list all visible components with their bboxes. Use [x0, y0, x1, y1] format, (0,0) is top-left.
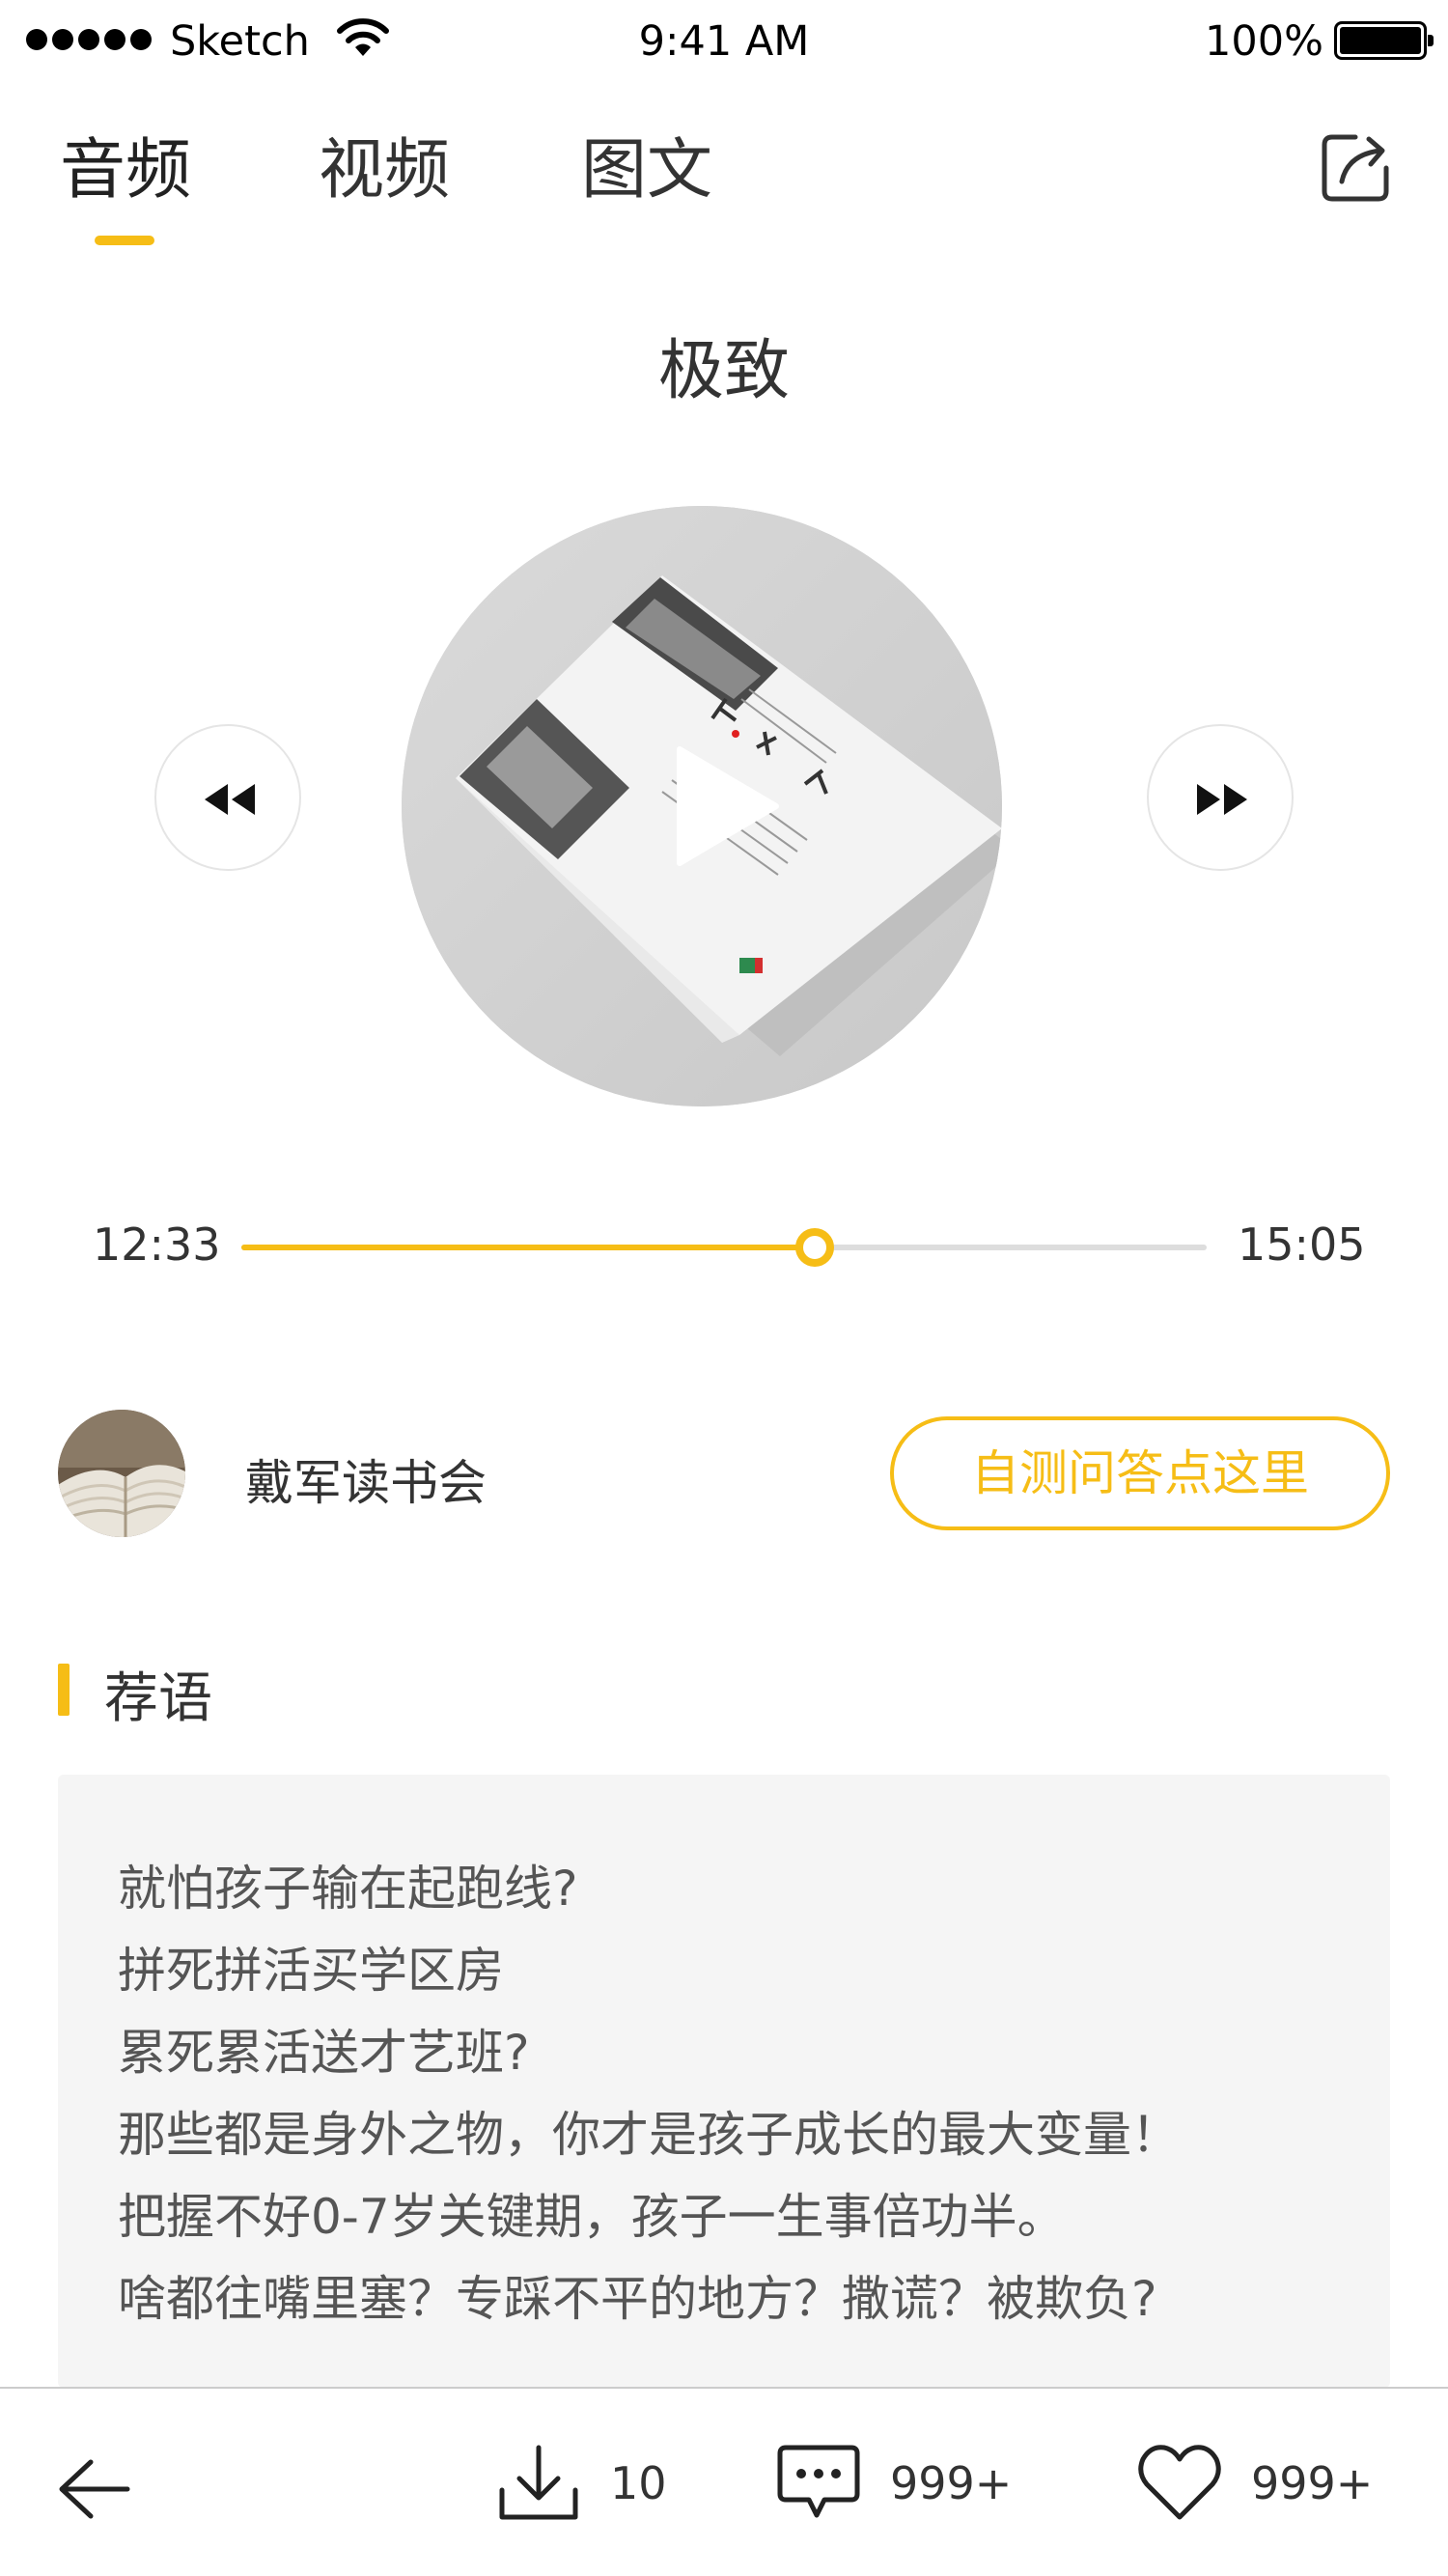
rewind-icon — [205, 784, 255, 815]
like-count: 999+ — [1251, 2457, 1374, 2509]
heart-icon — [1138, 2445, 1221, 2520]
recommendation-panel: 就怕孩子输在起跑线? 拼死拼活买学区房 累死累活送才艺班? 那些都是身外之物，你… — [58, 1775, 1390, 2388]
avatar-image — [58, 1410, 185, 1537]
rewind-button[interactable] — [154, 724, 301, 871]
author-name[interactable]: 戴军读书会 — [245, 1444, 487, 1514]
status-bar: Sketch 9:41 AM 100% — [0, 0, 1448, 82]
tab-video[interactable]: 视频 — [319, 116, 450, 212]
tab-bar: 音频 视频 图文 — [0, 116, 1448, 251]
play-icon[interactable] — [676, 743, 782, 869]
comment-icon — [777, 2445, 860, 2518]
recommendation-line: 拼死拼活买学区房 — [118, 1943, 504, 1999]
total-time: 15:05 — [1238, 1218, 1366, 1271]
share-icon[interactable] — [1319, 129, 1394, 205]
recommendation-line: 累死累活送才艺班? — [118, 2025, 530, 2081]
like-button[interactable]: 999+ — [1135, 2435, 1373, 2532]
tab-audio[interactable]: 音频 — [60, 116, 191, 212]
section-title: 荐语 — [104, 1667, 212, 1730]
download-icon — [499, 2445, 578, 2520]
avatar[interactable] — [58, 1410, 185, 1537]
battery-icon — [1334, 21, 1434, 60]
fast-forward-button[interactable] — [1147, 724, 1294, 871]
progress-thumb[interactable] — [795, 1228, 834, 1267]
tab-indicator — [95, 236, 154, 245]
recommendation-line: 啥都往嘴里塞？专踩不平的地方？撒谎？被欺负? — [118, 2271, 1157, 2327]
fast-forward-icon — [1197, 784, 1247, 815]
battery-percent: 100% — [1205, 17, 1323, 66]
download-count: 10 — [610, 2457, 667, 2509]
comment-button[interactable]: 999+ — [774, 2435, 1012, 2532]
progress-fill — [241, 1245, 815, 1250]
download-button[interactable]: 10 — [494, 2435, 667, 2532]
recommendation-line: 就怕孩子输在起跑线? — [118, 1861, 578, 1917]
tab-article[interactable]: 图文 — [581, 116, 712, 212]
self-test-quiz-button[interactable]: 自测问答点这里 — [890, 1416, 1390, 1530]
comment-count: 999+ — [890, 2457, 1013, 2509]
back-arrow-icon[interactable] — [56, 2456, 131, 2522]
elapsed-time: 12:33 — [93, 1218, 221, 1271]
recommendation-line: 那些都是身外之物，你才是孩子成长的最大变量！ — [118, 2107, 1180, 2163]
bottom-toolbar: 10 999+ 999+ — [0, 2387, 1448, 2576]
progress-slider[interactable] — [241, 1228, 1207, 1267]
section-marker — [58, 1664, 70, 1716]
recommendation-line: 把握不好0-7岁关键期，孩子一生事倍功半。 — [118, 2189, 1066, 2245]
page-title: 极致 — [657, 333, 790, 409]
